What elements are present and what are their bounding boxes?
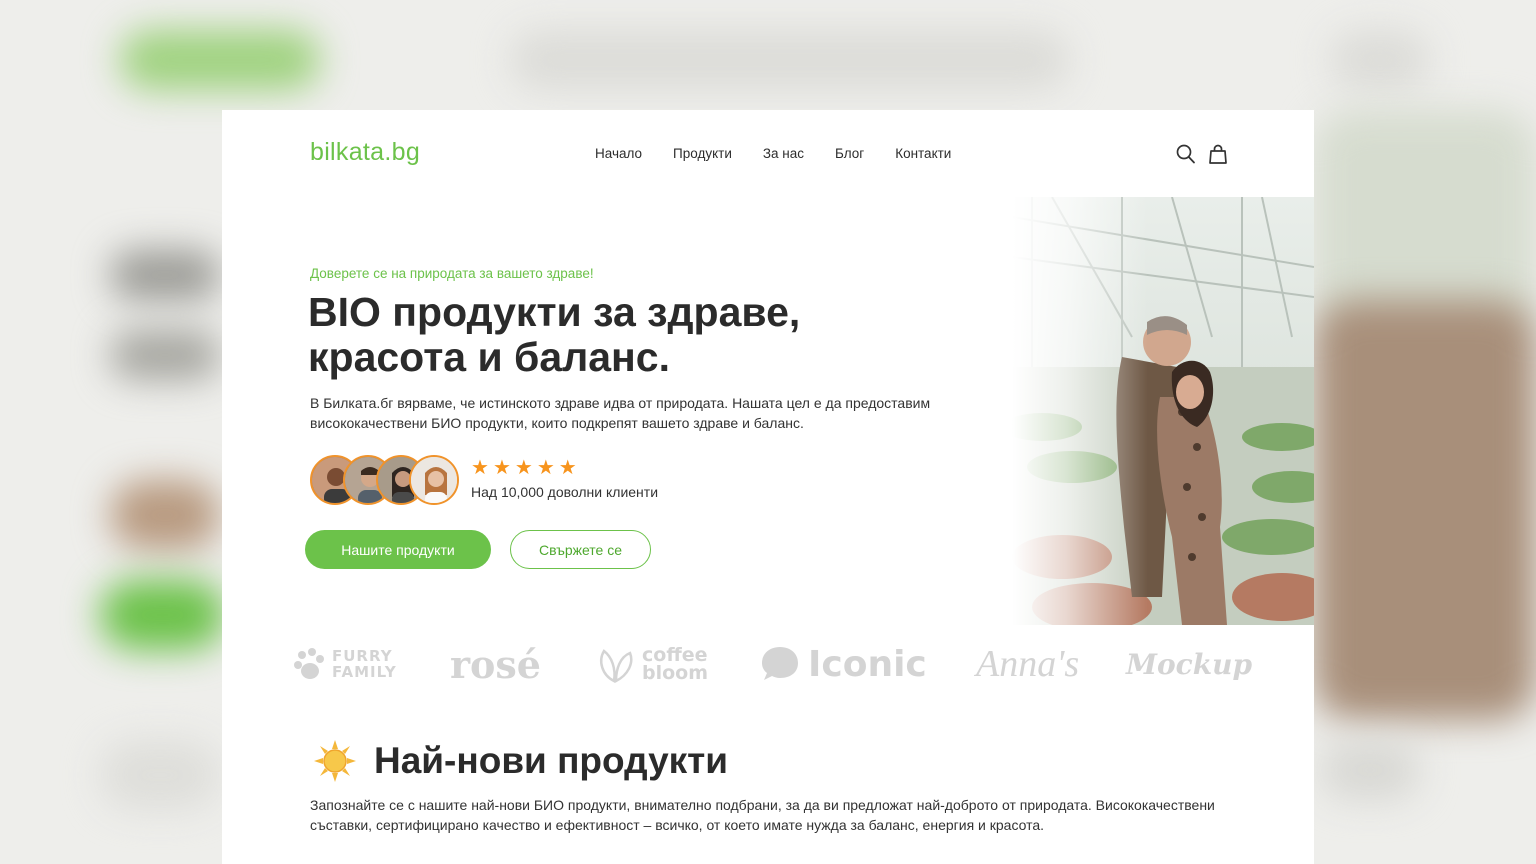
header-icons: [1176, 143, 1228, 165]
contact-us-button[interactable]: Свържете се: [510, 530, 651, 569]
our-products-button[interactable]: Нашите продукти: [305, 530, 491, 569]
hero-eyebrow: Доверете се на природата за вашето здрав…: [310, 266, 594, 281]
latest-products-title: Най-нови продукти: [374, 740, 729, 781]
leaf-icon: [600, 649, 633, 683]
blurred-shape: [110, 250, 220, 300]
brand-text: Iconic: [808, 643, 927, 685]
hero-description: В Билката.бг вярваме, че истинското здра…: [310, 395, 931, 431]
blurred-shape: [100, 580, 225, 650]
speech-bubble-icon: [762, 647, 798, 680]
shopping-bag-icon[interactable]: [1208, 143, 1228, 165]
brand-text: FAMILY: [332, 663, 397, 681]
clients-count: Над 10,000 доволни клиенти: [471, 484, 659, 500]
hero-title: BIO продукти за здраве, красота и баланс…: [308, 289, 801, 380]
latest-products-description: Запознайте се с нашите най-нови БИО прод…: [310, 797, 1215, 833]
brand-text: bloom: [642, 662, 709, 684]
brand-logos: FURRY FAMILY rosé coffee bloom Iconic Anna…: [294, 640, 1254, 688]
nav-item-products[interactable]: Продукти: [673, 146, 732, 161]
brand-text: FURRY: [332, 647, 393, 665]
avatar: [409, 455, 459, 505]
blurred-shape: [1320, 740, 1420, 800]
star-icon: ★: [536, 455, 555, 479]
customer-avatars: [310, 455, 460, 507]
nav-item-about[interactable]: За нас: [763, 146, 804, 161]
blurred-shape: [1314, 300, 1536, 720]
nav-item-blog[interactable]: Блог: [835, 146, 864, 161]
nav-item-home[interactable]: Начало: [595, 146, 642, 161]
paw-icon: [294, 648, 324, 679]
blurred-shape: [120, 30, 320, 90]
site-logo[interactable]: bilkata.bg: [310, 138, 420, 167]
search-icon[interactable]: [1176, 143, 1196, 165]
brand-logo-furry-family: FURRY FAMILY: [294, 640, 397, 688]
brand-logo-mockup: Mockup: [1126, 647, 1253, 681]
blurred-shape: [100, 740, 220, 810]
rating-stars: ★ ★ ★ ★ ★: [471, 457, 577, 477]
blurred-shape: [1330, 30, 1430, 90]
sun-icon: [314, 740, 356, 782]
blurred-shape: [510, 30, 1070, 90]
brand-logo-iconic: Iconic: [760, 640, 927, 688]
blurred-shape: [110, 480, 220, 550]
brand-logo-rose: rosé: [450, 641, 541, 687]
brand-logo-coffee-bloom: coffee bloom: [594, 640, 708, 688]
website-page: bilkata.bg Начало Продукти За нас Блог К…: [222, 110, 1314, 864]
blurred-shape: [110, 330, 220, 380]
star-icon: ★: [492, 455, 511, 479]
site-header: bilkata.bg Начало Продукти За нас Блог К…: [222, 110, 1314, 198]
main-nav: Начало Продукти За нас Блог Контакти: [595, 146, 951, 161]
star-icon: ★: [558, 455, 577, 479]
hero-photo-fade: [1012, 197, 1314, 625]
nav-item-contacts[interactable]: Контакти: [895, 146, 951, 161]
star-icon: ★: [514, 455, 533, 479]
hero-photo: [1012, 197, 1314, 625]
star-icon: ★: [471, 455, 489, 479]
brand-logo-annas: Anna's: [976, 643, 1080, 685]
